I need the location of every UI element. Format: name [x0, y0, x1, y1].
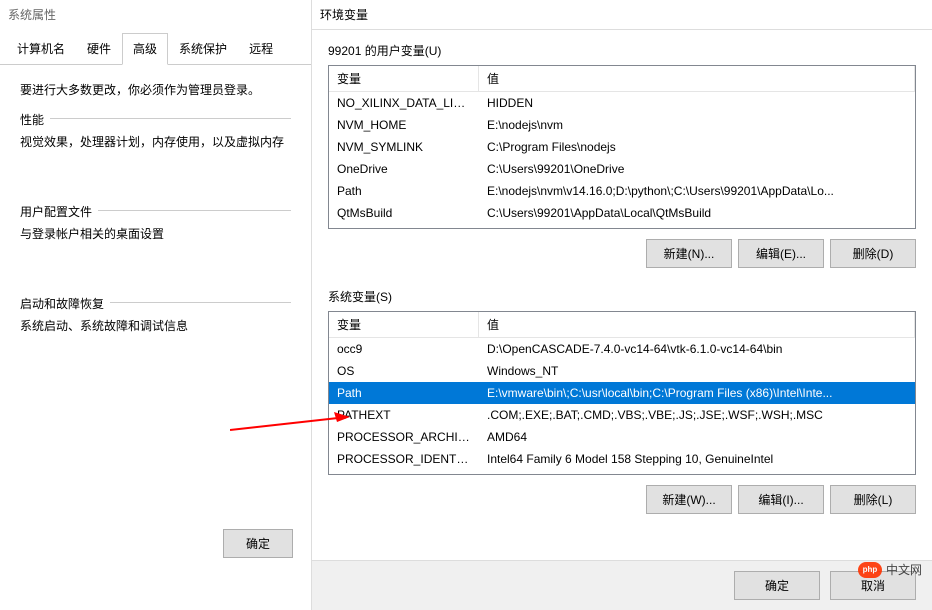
var-value: 6: [479, 472, 915, 475]
table-row[interactable]: NVM_HOMEE:\nodejs\nvm: [329, 114, 915, 136]
startup-recovery-legend: 启动和故障恢复: [20, 295, 110, 312]
table-row[interactable]: NVM_SYMLINKC:\Program Files\nodejs: [329, 136, 915, 158]
var-name: OneDrive: [329, 160, 479, 178]
window-title: 系统属性: [0, 0, 311, 29]
table-row[interactable]: OSWindows_NT: [329, 360, 915, 382]
table-row[interactable]: TEMPC:\Users\99201\AppData\Local\Temp: [329, 224, 915, 229]
tab-system-protection[interactable]: 系统保护: [168, 33, 238, 64]
performance-legend: 性能: [20, 111, 50, 128]
table-row[interactable]: OneDriveC:\Users\99201\OneDrive: [329, 158, 915, 180]
var-name: NO_XILINX_DATA_LICENSE: [329, 94, 479, 112]
var-name: PROCESSOR_IDENTIFIER: [329, 450, 479, 468]
var-value: HIDDEN: [479, 94, 915, 112]
tabs-bar: 计算机名 硬件 高级 系统保护 远程: [0, 33, 311, 65]
var-value: E:\nodejs\nvm: [479, 116, 915, 134]
table-row[interactable]: PathE:\nodejs\nvm\v14.16.0;D:\python\;C:…: [329, 180, 915, 202]
startup-recovery-text: 系统启动、系统故障和调试信息: [20, 317, 291, 334]
env-vars-content: 99201 的用户变量(U) 变量 值 NO_XILINX_DATA_LICEN…: [312, 30, 932, 526]
table-row[interactable]: PathE:\vmware\bin\;C:\usr\local\bin;C:\P…: [329, 382, 915, 404]
watermark: php 中文网: [858, 561, 922, 578]
var-name: PROCESSOR_LEVEL: [329, 472, 479, 475]
var-name: PROCESSOR_ARCHITECTURE: [329, 428, 479, 446]
performance-text: 视觉效果，处理器计划，内存使用，以及虚拟内存: [20, 133, 291, 150]
var-name: PATHEXT: [329, 406, 479, 424]
var-name: QtMsBuild: [329, 204, 479, 222]
delete-sys-var-button[interactable]: 删除(L): [830, 485, 916, 514]
table-row[interactable]: NO_XILINX_DATA_LICENSEHIDDEN: [329, 92, 915, 114]
user-vars-buttons: 新建(N)... 编辑(E)... 删除(D): [328, 239, 916, 268]
var-value: E:\vmware\bin\;C:\usr\local\bin;C:\Progr…: [479, 384, 915, 402]
env-vars-title: 环境变量: [312, 0, 932, 30]
table-row[interactable]: PROCESSOR_LEVEL6: [329, 470, 915, 475]
table-row[interactable]: PATHEXT.COM;.EXE;.BAT;.CMD;.VBS;.VBE;.JS…: [329, 404, 915, 426]
tab-content: 要进行大多数更改，你必须作为管理员登录。 性能 视觉效果，处理器计划，内存使用，…: [0, 65, 311, 370]
watermark-logo-icon: php: [858, 562, 882, 578]
system-vars-buttons: 新建(W)... 编辑(I)... 删除(L): [328, 485, 916, 514]
system-vars-table[interactable]: 变量 值 occ9D:\OpenCASCADE-7.4.0-vc14-64\vt…: [328, 311, 916, 475]
var-name: NVM_SYMLINK: [329, 138, 479, 156]
var-value: AMD64: [479, 428, 915, 446]
table-row[interactable]: PROCESSOR_ARCHITECTUREAMD64: [329, 426, 915, 448]
delete-user-var-button[interactable]: 删除(D): [830, 239, 916, 268]
ok-button[interactable]: 确定: [734, 571, 820, 600]
table-header: 变量 值: [329, 66, 915, 92]
watermark-text: 中文网: [886, 561, 922, 578]
edit-user-var-button[interactable]: 编辑(E)...: [738, 239, 824, 268]
edit-sys-var-button[interactable]: 编辑(I)...: [738, 485, 824, 514]
var-value: Intel64 Family 6 Model 158 Stepping 10, …: [479, 450, 915, 468]
tab-remote[interactable]: 远程: [238, 33, 284, 64]
table-row[interactable]: QtMsBuildC:\Users\99201\AppData\Local\Qt…: [329, 202, 915, 224]
col-variable[interactable]: 变量: [329, 312, 479, 337]
var-name: NVM_HOME: [329, 116, 479, 134]
user-vars-label: 99201 的用户变量(U): [328, 42, 916, 59]
var-value: C:\Program Files\nodejs: [479, 138, 915, 156]
bottom-button-bar: 确定 取消: [312, 560, 932, 610]
col-value[interactable]: 值: [479, 66, 915, 91]
ok-button-left[interactable]: 确定: [223, 529, 293, 558]
var-value: Windows_NT: [479, 362, 915, 380]
var-name: OS: [329, 362, 479, 380]
new-user-var-button[interactable]: 新建(N)...: [646, 239, 732, 268]
var-name: occ9: [329, 340, 479, 358]
var-name: Path: [329, 384, 479, 402]
env-vars-window: 环境变量 99201 的用户变量(U) 变量 值 NO_XILINX_DATA_…: [312, 0, 932, 610]
col-variable[interactable]: 变量: [329, 66, 479, 91]
var-value: D:\OpenCASCADE-7.4.0-vc14-64\vtk-6.1.0-v…: [479, 340, 915, 358]
table-row[interactable]: PROCESSOR_IDENTIFIERIntel64 Family 6 Mod…: [329, 448, 915, 470]
var-name: TEMP: [329, 226, 479, 229]
var-value: C:\Users\99201\OneDrive: [479, 160, 915, 178]
var-value: C:\Users\99201\AppData\Local\Temp: [479, 226, 915, 229]
var-value: E:\nodejs\nvm\v14.16.0;D:\python\;C:\Use…: [479, 182, 915, 200]
var-value: C:\Users\99201\AppData\Local\QtMsBuild: [479, 204, 915, 222]
admin-message: 要进行大多数更改，你必须作为管理员登录。: [20, 81, 291, 98]
table-header: 变量 值: [329, 312, 915, 338]
tab-advanced[interactable]: 高级: [122, 33, 168, 65]
var-name: Path: [329, 182, 479, 200]
user-profile-legend: 用户配置文件: [20, 203, 98, 220]
startup-recovery-section: 启动和故障恢复 系统启动、系统故障和调试信息: [20, 302, 291, 334]
table-row[interactable]: occ9D:\OpenCASCADE-7.4.0-vc14-64\vtk-6.1…: [329, 338, 915, 360]
system-properties-window: 系统属性 计算机名 硬件 高级 系统保护 远程 要进行大多数更改，你必须作为管理…: [0, 0, 312, 610]
col-value[interactable]: 值: [479, 312, 915, 337]
system-vars-label: 系统变量(S): [328, 288, 916, 305]
tab-hardware[interactable]: 硬件: [76, 33, 122, 64]
user-profile-section: 用户配置文件 与登录帐户相关的桌面设置: [20, 210, 291, 242]
var-value: .COM;.EXE;.BAT;.CMD;.VBS;.VBE;.JS;.JSE;.…: [479, 406, 915, 424]
new-sys-var-button[interactable]: 新建(W)...: [646, 485, 732, 514]
user-vars-table[interactable]: 变量 值 NO_XILINX_DATA_LICENSEHIDDENNVM_HOM…: [328, 65, 916, 229]
user-profile-text: 与登录帐户相关的桌面设置: [20, 225, 291, 242]
tab-computer-name[interactable]: 计算机名: [6, 33, 76, 64]
performance-section: 性能 视觉效果，处理器计划，内存使用，以及虚拟内存: [20, 118, 291, 150]
